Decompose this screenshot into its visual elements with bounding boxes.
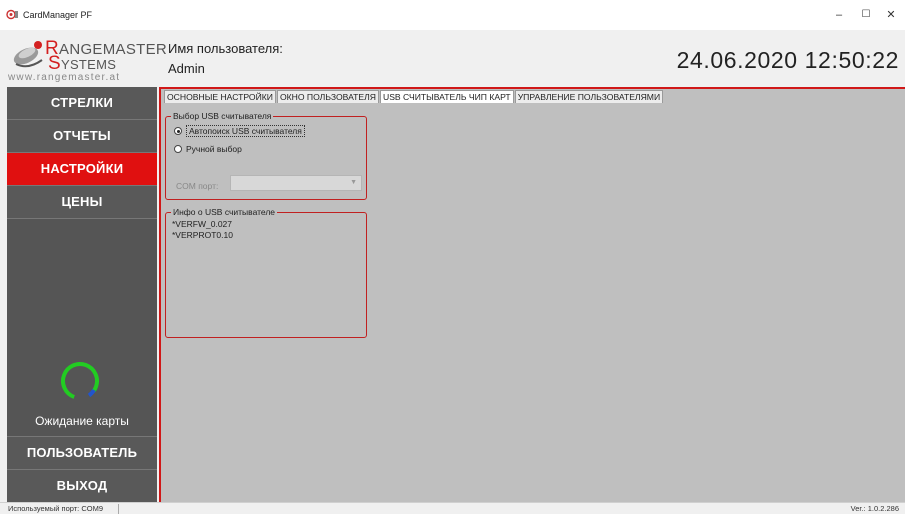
title-bar: CardManager PF – ☐ ✕ <box>0 0 905 30</box>
usb-info-legend: Инфо о USB считывателе <box>171 207 278 217</box>
logo-mark-icon <box>13 41 43 68</box>
sidebar-item-exit[interactable]: ВЫХОД <box>7 470 157 502</box>
target-icon <box>6 9 18 20</box>
usb-select-group: Выбор USB считывателя Автопоиск USB счит… <box>165 111 367 200</box>
status-port: Используемый порт: COM9 <box>8 504 104 513</box>
user-label: Имя пользователя: <box>168 41 283 56</box>
logo-url: www.rangemaster.at <box>8 72 121 83</box>
user-name: Admin <box>168 61 205 76</box>
status-separator <box>118 504 119 514</box>
header: RANGEMASTER SYSTEMS www.rangemaster.at И… <box>0 30 905 86</box>
firmware-version: *VERFW_0.027 <box>172 219 232 229</box>
manual-select-radio[interactable]: Ручной выбор <box>174 144 242 154</box>
com-port-label: COM порт: <box>176 181 219 191</box>
manual-select-label: Ручной выбор <box>186 144 242 154</box>
main-content: ОСНОВНЫЕ НАСТРОЙКИ ОКНО ПОЛЬЗОВАТЕЛЯ USB… <box>161 89 905 502</box>
sidebar-item-arrows[interactable]: СТРЕЛКИ <box>7 87 157 119</box>
close-button[interactable]: ✕ <box>880 8 902 22</box>
loading-spinner-icon <box>61 362 99 400</box>
waiting-card-label: Ожидание карты <box>35 414 129 428</box>
sidebar-item-reports[interactable]: ОТЧЕТЫ <box>7 120 157 152</box>
protocol-version: *VERPROT0.10 <box>172 230 233 240</box>
radio-unchecked-icon <box>174 145 182 153</box>
sidebar-divider <box>7 218 157 219</box>
auto-search-label: Автопоиск USB считывателя <box>186 125 305 137</box>
minimize-button[interactable]: – <box>828 8 850 22</box>
sidebar: СТРЕЛКИ ОТЧЕТЫ НАСТРОЙКИ ЦЕНЫ Ожидание к… <box>7 87 157 502</box>
usb-reader-panel: Выбор USB считывателя Автопоиск USB счит… <box>164 102 902 500</box>
rangemaster-logo: RANGEMASTER SYSTEMS www.rangemaster.at <box>8 38 167 83</box>
status-bar: Используемый порт: COM9 Ver.: 1.0.2.286 <box>0 502 905 514</box>
sidebar-item-settings[interactable]: НАСТРОЙКИ <box>7 153 157 185</box>
sidebar-item-user[interactable]: ПОЛЬЗОВАТЕЛЬ <box>7 437 157 469</box>
sidebar-item-prices[interactable]: ЦЕНЫ <box>7 186 157 218</box>
com-port-select[interactable]: ▼ <box>230 175 362 191</box>
usb-select-legend: Выбор USB считывателя <box>171 111 274 121</box>
window-title: CardManager PF <box>23 10 93 20</box>
chevron-down-icon: ▼ <box>350 179 357 186</box>
datetime-display: 24.06.2020 12:50:22 <box>676 47 899 73</box>
radio-checked-icon <box>174 127 182 135</box>
maximize-button[interactable]: ☐ <box>855 8 877 22</box>
auto-search-radio[interactable]: Автопоиск USB считывателя <box>174 125 305 137</box>
status-version: Ver.: 1.0.2.286 <box>850 504 899 513</box>
usb-info-group: Инфо о USB считывателе *VERFW_0.027 *VER… <box>165 207 367 338</box>
